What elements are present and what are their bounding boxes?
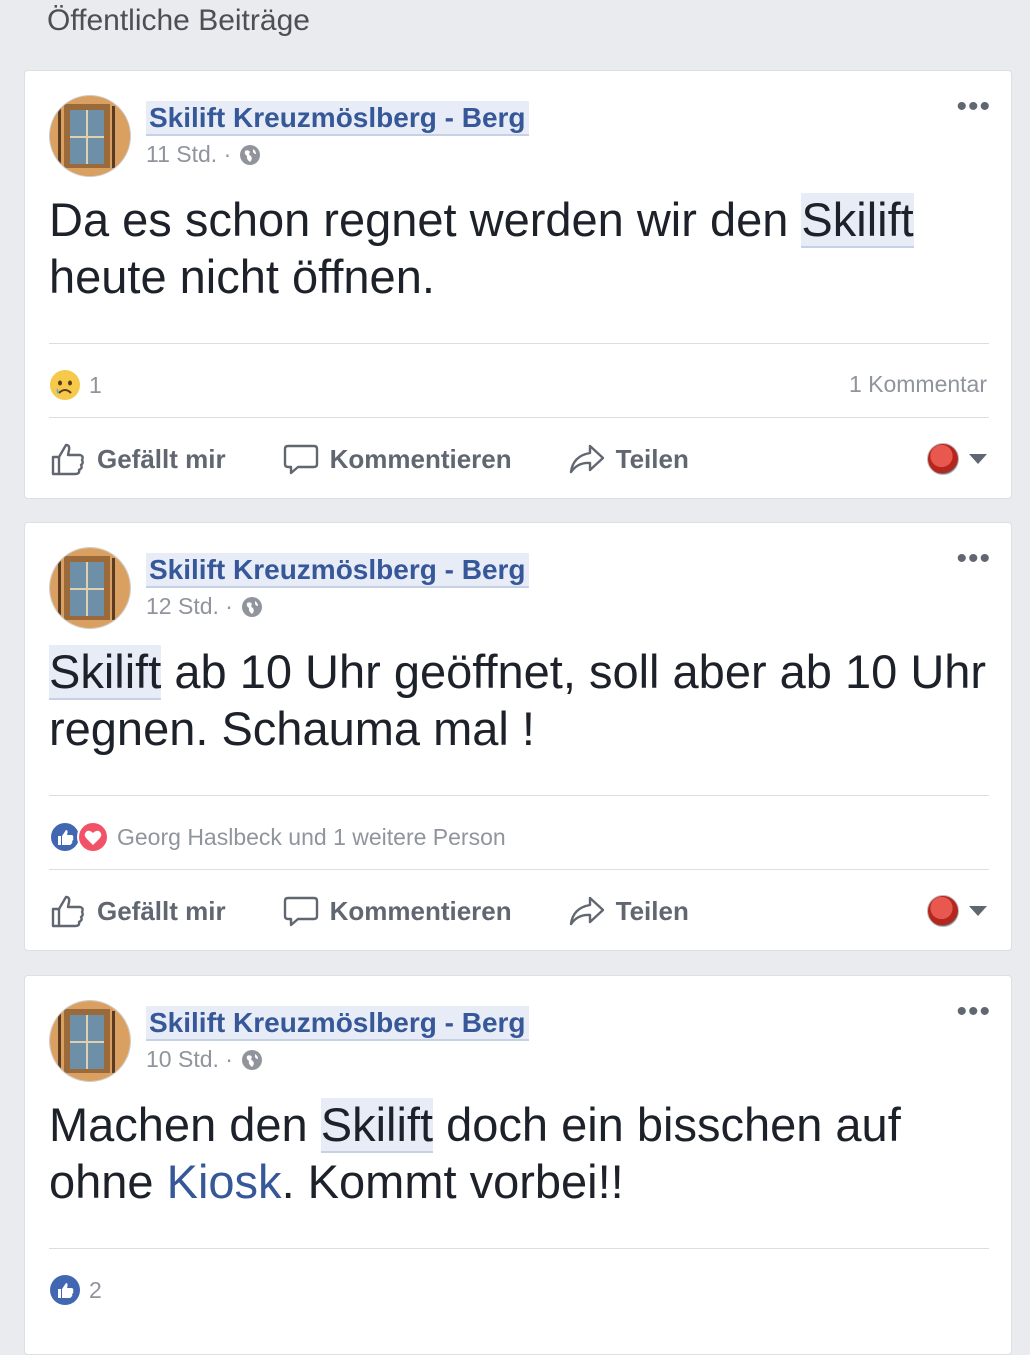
author-name[interactable]: Skilift Kreuzmöslberg - Berg [146,553,529,588]
page-avatar[interactable] [49,547,131,629]
love-reaction-icon [77,821,109,853]
share-button[interactable]: Teilen [568,892,689,930]
thumbs-up-icon [51,443,84,476]
speech-bubble-icon [283,896,318,927]
hashtag-link[interactable]: Skilift [801,193,914,248]
reaction-icons [49,821,109,853]
post-time[interactable]: 12 Std. · [146,593,233,620]
share-arrow-icon [569,896,604,926]
caret-down-icon [969,906,987,916]
post-as-selector[interactable] [927,443,987,475]
divider [49,1248,989,1249]
post-text: Da es schon regnet werden wir den Skilif… [49,193,914,303]
divider [49,795,989,796]
more-options-icon[interactable]: ••• [956,92,991,122]
viewer-avatar [927,895,959,927]
post-meta: 11 Std. · [146,141,261,168]
hashtag-link[interactable]: Skilift [49,645,162,700]
page-avatar[interactable] [49,95,131,177]
share-arrow-icon [569,444,604,474]
thumbs-up-icon [51,895,84,928]
more-options-icon[interactable]: ••• [956,544,991,574]
like-reaction-icon [50,1275,80,1305]
section-title: Öffentliche Beiträge [47,4,310,37]
like-button[interactable]: Gefällt mir [49,440,226,478]
viewer-avatar [927,443,959,475]
post-actions: Gefällt mir Kommentieren Teilen [49,437,987,481]
speech-bubble-icon [283,444,318,475]
post-text: Skilift ab 10 Uhr geöffnet, soll aber ab… [49,645,987,755]
reactions-summary[interactable]: 1 [49,367,102,403]
author-name[interactable]: Skilift Kreuzmöslberg - Berg [146,1006,529,1041]
post-meta: 12 Std. · [146,593,263,620]
post-actions: Gefällt mir Kommentieren Teilen [49,889,987,933]
post-time[interactable]: 10 Std. · [146,1046,233,1073]
more-options-icon[interactable]: ••• [956,997,991,1027]
post-time[interactable]: 11 Std. · [146,141,231,168]
mention-link[interactable]: Kiosk [167,1155,282,1208]
comment-button[interactable]: Kommentieren [282,440,512,478]
reaction-count: 1 [89,371,102,398]
reactions-summary[interactable]: Georg Haslbeck und 1 weitere Person [49,819,506,855]
reactions-summary[interactable]: 2 [49,1272,102,1308]
divider [49,417,989,418]
sad-reaction-icon [50,370,80,400]
comment-button[interactable]: Kommentieren [282,892,512,930]
comment-count-link[interactable]: 1 Kommentar [849,371,987,398]
globe-icon [240,144,261,165]
post-card: Skilift Kreuzmöslberg - Berg 10 Std. · •… [24,975,1012,1355]
post-meta: 10 Std. · [146,1046,263,1073]
hashtag-link[interactable]: Skilift [320,1098,434,1153]
author-name[interactable]: Skilift Kreuzmöslberg - Berg [146,101,529,136]
like-button[interactable]: Gefällt mir [49,892,226,930]
caret-down-icon [969,454,987,464]
divider [49,869,989,870]
divider [49,343,989,344]
reaction-names: Georg Haslbeck und 1 weitere Person [117,823,506,850]
post-card: Skilift Kreuzmöslberg - Berg 12 Std. · •… [24,522,1012,951]
page-avatar[interactable] [49,1000,131,1082]
post-card: Skilift Kreuzmöslberg - Berg 11 Std. · •… [24,70,1012,499]
globe-icon [241,596,262,617]
globe-icon [241,1049,262,1070]
reaction-count: 2 [89,1276,102,1303]
post-text: Machen den Skilift doch ein bisschen auf… [49,1098,901,1208]
post-as-selector[interactable] [927,895,987,927]
share-button[interactable]: Teilen [568,440,689,478]
